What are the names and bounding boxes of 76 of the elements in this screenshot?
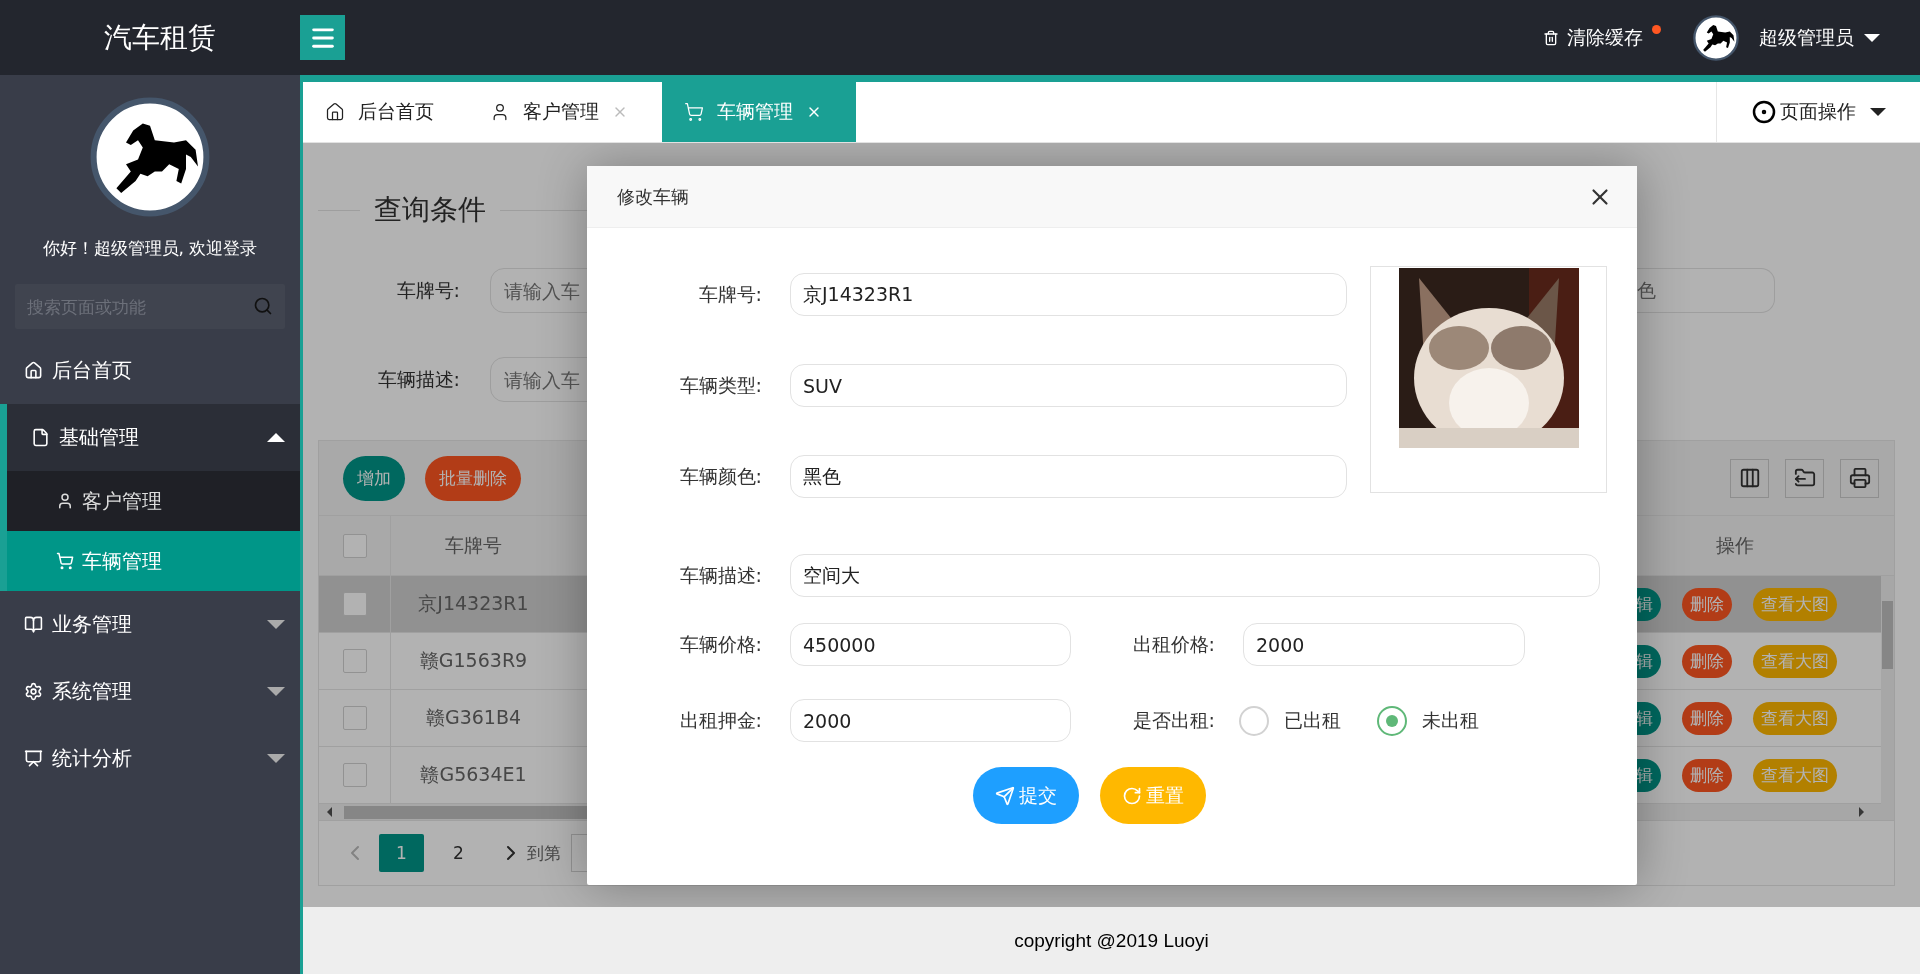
field-label: 出租押金: [678, 707, 762, 733]
page-actions-menu[interactable]: 页面操作 [1716, 82, 1920, 142]
presentation-icon [24, 749, 43, 768]
home-icon [24, 361, 43, 380]
checkbox[interactable] [342, 592, 367, 616]
section-legend: 查询条件 [374, 191, 486, 229]
greeting-text: 你好！超级管理员, 欢迎登录 [41, 237, 259, 260]
folder-icon [1793, 467, 1816, 489]
sidebar-item[interactable]: 车辆管理 [7, 531, 300, 591]
dialog-title: 修改车辆 [617, 184, 689, 209]
input-field[interactable]: 2000 [790, 699, 1071, 742]
caret-icon [267, 620, 285, 629]
sidebar-group[interactable]: 基础管理 [7, 404, 300, 471]
vertical-scrollbar[interactable] [1881, 576, 1894, 804]
radio-option[interactable]: 未出租 [1377, 705, 1479, 736]
search-icon [253, 296, 273, 316]
field-label: 车辆类型: [678, 372, 762, 398]
sidebar-group[interactable]: 业务管理 [0, 591, 300, 658]
field-label: 出租价格: [1131, 631, 1215, 657]
table-cell-text: 赣G1563R9 [418, 648, 529, 673]
field-label: 车辆价格: [678, 631, 762, 657]
caret-icon [267, 433, 285, 442]
columns-icon [1738, 467, 1761, 489]
field-label: 是否出租: [1131, 707, 1215, 733]
table-cell-text: 京J14323R1 [417, 591, 530, 616]
columns-button[interactable] [1730, 458, 1769, 498]
trash-icon [1543, 29, 1559, 46]
file-icon [31, 428, 50, 447]
book-icon [24, 615, 43, 634]
caret-icon [267, 754, 285, 763]
export-button[interactable] [1785, 458, 1824, 498]
radio-option[interactable]: 已出租 [1239, 705, 1341, 736]
caret-icon [1864, 33, 1880, 42]
printer-icon [1848, 467, 1871, 489]
menu-button[interactable] [300, 15, 345, 60]
field-label: 车牌号: [697, 281, 762, 307]
print-button[interactable] [1840, 458, 1879, 498]
app-logo: 汽车租赁 [104, 19, 216, 56]
user-menu[interactable]: 超级管理员 [1759, 24, 1854, 51]
sidebar-item[interactable]: 后台首页 [0, 337, 300, 404]
home-icon [325, 102, 345, 122]
column-header: 车牌号 [444, 532, 503, 558]
field-label: 车辆颜色: [678, 463, 762, 489]
cart-icon [684, 102, 704, 122]
column-header: 操作 [1715, 532, 1755, 558]
checkbox[interactable] [342, 649, 367, 673]
paper-plane-icon [995, 785, 1015, 806]
input-field[interactable]: 京J14323R1 [790, 273, 1347, 316]
field-label: 车辆描述: [678, 562, 762, 588]
input-field[interactable]: 空间大 [790, 554, 1600, 597]
field-label: 车牌号: [395, 277, 460, 303]
page-button[interactable]: 2 [436, 834, 481, 872]
input-field[interactable]: 2000 [1243, 623, 1525, 666]
table-cell-text: 赣G5634E1 [419, 762, 528, 787]
gear-icon [24, 682, 43, 701]
sidebar-group[interactable]: 统计分析 [0, 725, 300, 792]
clear-cache-link[interactable]: 清除缓存 [1543, 24, 1663, 51]
field-label: 车辆描述: [376, 366, 460, 392]
checkbox[interactable] [342, 763, 367, 787]
goto-label: 到第 [527, 841, 561, 865]
table-cell-text: 赣G361B4 [424, 705, 523, 730]
cart-icon [56, 552, 74, 570]
copyright-text: copyright @2019 Luoyi [1014, 929, 1209, 952]
circle-dot-icon [1751, 100, 1776, 124]
input-field[interactable]: 450000 [790, 623, 1071, 666]
caret-icon [1869, 108, 1886, 116]
input-field[interactable]: SUV [790, 364, 1347, 407]
caret-icon [267, 687, 285, 696]
sidebar-group[interactable]: 系统管理 [0, 658, 300, 725]
checkbox[interactable] [342, 706, 367, 730]
sidebar-item[interactable]: 客户管理 [7, 471, 300, 531]
user-icon [56, 492, 74, 510]
checkbox[interactable] [342, 533, 367, 558]
refresh-icon [1122, 785, 1142, 806]
user-avatar [1693, 14, 1739, 61]
input-field[interactable]: 黑色 [790, 455, 1347, 498]
